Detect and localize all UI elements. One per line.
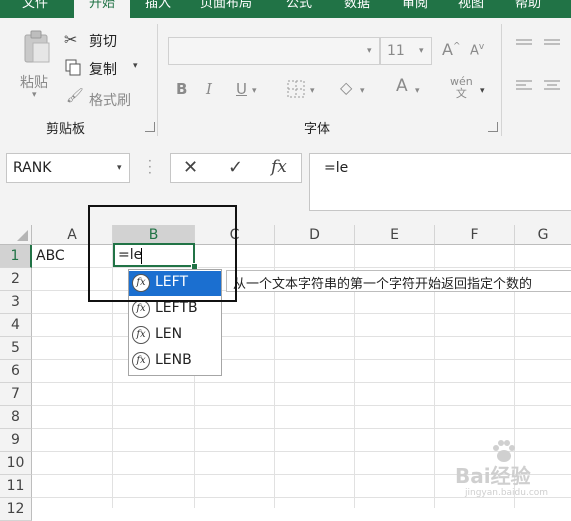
row-header-12[interactable]: 12 [0,498,32,521]
chevron-down-icon: ▾ [133,61,138,71]
name-box[interactable]: RANK ▾ [6,153,130,183]
paintbrush-icon: 🖌 [66,88,84,104]
column-header-f[interactable]: F [435,225,515,245]
tab-review[interactable]: 审阅 [402,0,428,16]
fill-color-icon[interactable]: ◇ [340,78,352,97]
copy-label: 复制 [89,62,117,78]
row-header-5[interactable]: 5 [0,337,32,360]
increase-font-icon[interactable]: A^ [442,40,461,59]
bold-icon[interactable]: B [176,80,187,98]
formula-bar: RANK ▾ · · · ✕ ✓ fx =le [0,140,571,225]
tab-help[interactable]: 帮助 [515,0,541,16]
row-header-8[interactable]: 8 [0,406,32,429]
name-box-value: RANK [13,160,52,176]
annotation-highlight-box [88,205,237,302]
chevron-down-icon: ▾ [310,86,315,96]
font-launcher-icon[interactable] [488,122,498,132]
function-tooltip: 从一个文本字符串的第一个字符开始返回指定个数的 [226,270,571,292]
decrease-font-icon[interactable]: Av [470,42,484,58]
scissors-icon: ✂ [64,30,78,49]
chevron-down-icon: ▾ [415,86,420,96]
tab-page-layout[interactable]: 页面布局 [200,0,252,16]
ribbon-tabs: 文件 开始 插入 页面布局 公式 数据 审阅 视图 帮助 [0,0,571,18]
font-color-icon[interactable]: A [396,76,408,96]
align-top-icons[interactable] [516,38,566,50]
cancel-button[interactable]: ✕ [183,157,198,178]
row-header-7[interactable]: 7 [0,383,32,406]
drag-handle-icon[interactable]: · · · [148,155,152,179]
font-family-select[interactable]: ▾ [168,37,380,65]
paste-button[interactable]: 粘贴 ▾ [14,28,60,108]
insert-function-button[interactable]: fx [271,157,287,177]
row-header-10[interactable]: 10 [0,452,32,475]
tab-view[interactable]: 视图 [458,0,484,16]
font-size-select[interactable]: 11 ▾ [380,37,432,65]
watermark-sub: jingyan.baidu.com [465,488,549,498]
chevron-down-icon: ▾ [419,46,424,56]
borders-icon[interactable] [287,80,305,98]
tab-file[interactable]: 文件 [22,0,48,16]
chevron-down-icon: ▾ [367,46,372,56]
tooltip-text: 从一个文本字符串的第一个字符开始返回指定个数的 [233,277,533,292]
baidu-watermark: Bai经验 jingyan.baidu.com [455,440,571,508]
copy-button[interactable]: 复制 ▾ [64,58,144,78]
font-group-label: 字体 [304,122,331,137]
ribbon: 粘贴 ▾ ✂ 剪切 复制 ▾ 🖌 格式刷 剪贴板 ▾ 11 ▾ A^ Av B … [0,18,571,141]
clipboard-group-label: 剪贴板 [46,122,86,137]
cut-label: 剪切 [89,34,117,50]
column-header-g[interactable]: G [515,225,571,245]
formula-buttons: ✕ ✓ fx [170,153,302,183]
function-icon: fx [132,326,150,344]
chevron-down-icon: ▾ [32,90,37,100]
tab-insert[interactable]: 插入 [145,0,171,16]
tab-data[interactable]: 数据 [344,0,370,16]
enter-button[interactable]: ✓ [228,157,243,178]
clipboard-launcher-icon[interactable] [145,122,155,132]
formula-input[interactable]: =le [309,153,571,211]
column-header-d[interactable]: D [275,225,355,245]
row-header-3[interactable]: 3 [0,291,32,314]
tab-formulas[interactable]: 公式 [286,0,312,16]
row-header-6[interactable]: 6 [0,360,32,383]
row-header-9[interactable]: 9 [0,429,32,452]
format-painter-label: 格式刷 [89,93,131,109]
chevron-down-icon: ▾ [252,86,257,96]
divider [157,24,158,136]
cell-a1[interactable]: ABC [36,248,65,264]
chevron-down-icon: ▾ [480,86,485,96]
tab-home[interactable]: 开始 [74,0,130,18]
row-header-4[interactable]: 4 [0,314,32,337]
function-icon: fx [132,352,150,370]
column-header-e[interactable]: E [355,225,435,245]
row-header-1[interactable]: 1 [0,245,32,268]
chevron-down-icon: ▾ [117,163,122,173]
underline-icon[interactable]: U [236,80,247,98]
select-all-corner[interactable] [0,225,32,245]
chevron-down-icon: ▾ [360,86,365,96]
select-all-icon [17,230,28,241]
italic-icon[interactable]: I [206,80,212,98]
format-painter-button[interactable]: 🖌 格式刷 [64,88,144,109]
autocomplete-item-len[interactable]: fx LEN [129,323,221,348]
formula-text: =le [324,160,349,176]
row-header-2[interactable]: 2 [0,268,32,291]
copy-icon [65,59,81,76]
watermark-text: Bai经验 [455,464,531,488]
paste-icon [24,30,50,63]
align-left-icons[interactable] [516,80,566,92]
autocomplete-item-lenb[interactable]: fx LENB [129,349,221,374]
function-icon: fx [132,300,150,318]
font-size-value: 11 [387,43,405,59]
row-header-11[interactable]: 11 [0,475,32,498]
cut-button[interactable]: ✂ 剪切 [64,30,144,50]
paste-label: 粘贴 [20,75,48,91]
divider [501,24,502,136]
phonetic-guide-icon[interactable]: wén 文 [450,76,473,100]
